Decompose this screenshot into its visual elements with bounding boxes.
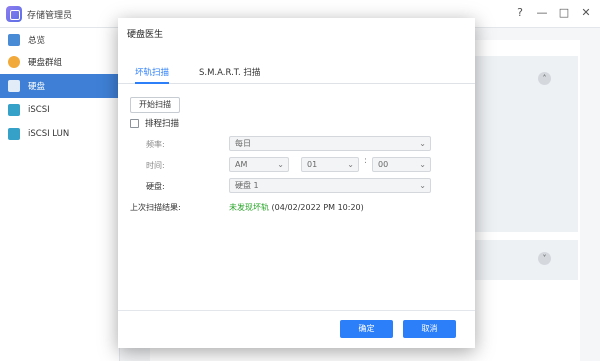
chevron-up-icon[interactable]: ˄ xyxy=(538,72,551,85)
time-label: 时间: xyxy=(146,161,165,170)
schedule-scan-row[interactable]: 排程扫描 xyxy=(130,117,179,129)
schedule-scan-label: 排程扫描 xyxy=(145,119,180,129)
chevron-down-icon: ⌄ xyxy=(277,160,284,169)
sidebar-item-iscsi[interactable]: iSCSI xyxy=(0,98,120,122)
cancel-button[interactable]: 取消 xyxy=(403,320,456,338)
disk-label: 硬盘: xyxy=(146,182,165,191)
sidebar-item-disk-group[interactable]: 硬盘群组 xyxy=(0,50,120,74)
sidebar-item-hard-disk[interactable]: 硬盘 xyxy=(0,74,120,98)
sidebar-item-label: iSCSI LUN xyxy=(28,129,70,139)
iscsi-icon xyxy=(8,104,20,116)
chevron-down-icon: ⌄ xyxy=(419,181,426,190)
sidebar-item-label: iSCSI xyxy=(28,105,50,115)
sidebar-item-label: 总览 xyxy=(28,36,46,46)
tab-bad-block-scan[interactable]: 坏轨扫描 xyxy=(135,66,170,84)
hour-value: 01 xyxy=(307,160,318,169)
disk-select[interactable]: 硬盘 1 ⌄ xyxy=(229,178,431,193)
frequency-select[interactable]: 每日 ⌄ xyxy=(229,136,431,151)
hard-disk-icon xyxy=(8,80,20,92)
window-controls: ? — □ ✕ xyxy=(514,7,592,19)
sidebar: 总览 硬盘群组 硬盘 iSCSI iSCSI LUN xyxy=(0,28,120,361)
last-scan-result-value: 未发现坏轨 (04/02/2022 PM 10:20) xyxy=(229,202,364,213)
iscsi-lun-icon xyxy=(8,128,20,140)
chevron-down-icon[interactable]: ˅ xyxy=(538,252,551,265)
frequency-label: 频率: xyxy=(146,140,165,149)
dialog-title: 硬盘医生 xyxy=(127,30,164,40)
ampm-select[interactable]: AM ⌄ xyxy=(229,157,289,172)
overview-icon xyxy=(8,34,20,46)
chevron-down-icon: ⌄ xyxy=(419,160,426,169)
disk-value: 硬盘 1 xyxy=(235,181,259,190)
sidebar-item-overview[interactable]: 总览 xyxy=(0,28,120,52)
footer-divider xyxy=(118,310,475,311)
help-icon[interactable]: ? xyxy=(514,7,526,19)
ampm-value: AM xyxy=(235,160,248,169)
dialog-tabs: 坏轨扫描 S.M.A.R.T. 扫描 xyxy=(118,62,475,84)
minute-value: 00 xyxy=(378,160,389,169)
disk-group-icon xyxy=(8,56,20,68)
disk-info-panel: ˄ xyxy=(470,56,578,232)
chevron-down-icon: ⌄ xyxy=(347,160,354,169)
schedule-scan-checkbox[interactable] xyxy=(130,118,139,128)
hour-select[interactable]: 01 ⌄ xyxy=(301,157,359,172)
sidebar-item-label: 硬盘群组 xyxy=(28,58,63,68)
last-scan-result-label: 上次扫描结果: xyxy=(130,203,181,212)
sidebar-item-label: 硬盘 xyxy=(28,82,46,92)
last-scan-status: 未发现坏轨 xyxy=(229,203,269,212)
last-scan-time: (04/02/2022 PM 10:20) xyxy=(269,203,364,212)
disk-info-panel-collapsed: ˅ xyxy=(470,240,578,280)
minimize-icon[interactable]: — xyxy=(536,7,548,19)
sidebar-item-iscsi-lun[interactable]: iSCSI LUN xyxy=(0,122,120,146)
storage-manager-icon xyxy=(6,6,22,22)
frequency-value: 每日 xyxy=(235,139,251,148)
time-separator: : xyxy=(364,156,368,166)
close-icon[interactable]: ✕ xyxy=(580,7,592,19)
start-scan-button[interactable]: 开始扫描 xyxy=(130,97,180,113)
app-title: 存储管理员 xyxy=(27,11,73,21)
chevron-down-icon: ⌄ xyxy=(419,139,426,148)
maximize-icon[interactable]: □ xyxy=(558,7,570,19)
disk-doctor-dialog: 硬盘医生 坏轨扫描 S.M.A.R.T. 扫描 开始扫描 排程扫描 频率: 每日… xyxy=(118,18,475,348)
ok-button[interactable]: 确定 xyxy=(340,320,393,338)
minute-select[interactable]: 00 ⌄ xyxy=(372,157,431,172)
tab-smart-scan[interactable]: S.M.A.R.T. 扫描 xyxy=(199,66,260,82)
